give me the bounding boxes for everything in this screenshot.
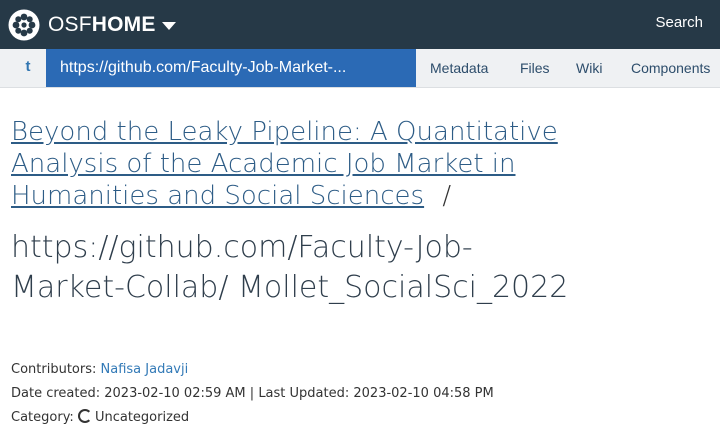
date-created-label: Date created:: [11, 386, 101, 401]
tab-wiki[interactable]: Wiki: [576, 49, 602, 87]
category-value: Uncategorized: [94, 410, 190, 425]
category-label: Category:: [11, 410, 74, 425]
osf-flower-icon: [8, 9, 40, 40]
top-navbar: OSFHOME Search: [0, 0, 720, 49]
date-created-value: 2023-02-10 02:59 AM: [104, 386, 246, 401]
contributor-link[interactable]: Nafisa Jadavji: [101, 362, 189, 377]
active-project-tab[interactable]: https://github.com/Faculty-Job-Market-..…: [46, 49, 416, 87]
search-link[interactable]: Search: [655, 14, 703, 31]
category-line: Category: Uncategorized: [11, 409, 189, 425]
project-subnav: t https://github.com/Faculty-Job-Market-…: [0, 49, 720, 88]
breadcrumb: Beyond the Leaky Pipeline: A Quantitativ…: [11, 116, 571, 212]
parent-project-link[interactable]: Beyond the Leaky Pipeline: A Quantitativ…: [11, 117, 558, 211]
tab-metadata[interactable]: Metadata: [430, 49, 488, 87]
contributors-label: Contributors:: [11, 362, 97, 377]
uncategorized-icon: [77, 409, 92, 423]
last-updated-value: 2023-02-10 04:58 PM: [353, 386, 494, 401]
project-toggle-button[interactable]: t: [17, 58, 39, 78]
brand-text: OSFHOME: [48, 13, 156, 37]
brand-home: HOME: [91, 12, 156, 36]
breadcrumb-separator: /: [442, 181, 452, 211]
date-divider: |: [249, 386, 255, 401]
brand-osf: OSF: [48, 12, 92, 36]
dates-line: Date created: 2023-02-10 02:59 AM | Last…: [11, 386, 494, 401]
tab-components[interactable]: Components: [631, 49, 710, 87]
page-title: https://github.com/Faculty-Job-Market-Co…: [11, 230, 569, 305]
last-updated-label: Last Updated:: [258, 386, 350, 401]
tab-files[interactable]: Files: [520, 49, 550, 87]
osf-home-brand[interactable]: OSFHOME: [8, 0, 176, 49]
caret-down-icon[interactable]: [161, 21, 176, 30]
contributors-line: Contributors: Nafisa Jadavji: [11, 362, 188, 377]
